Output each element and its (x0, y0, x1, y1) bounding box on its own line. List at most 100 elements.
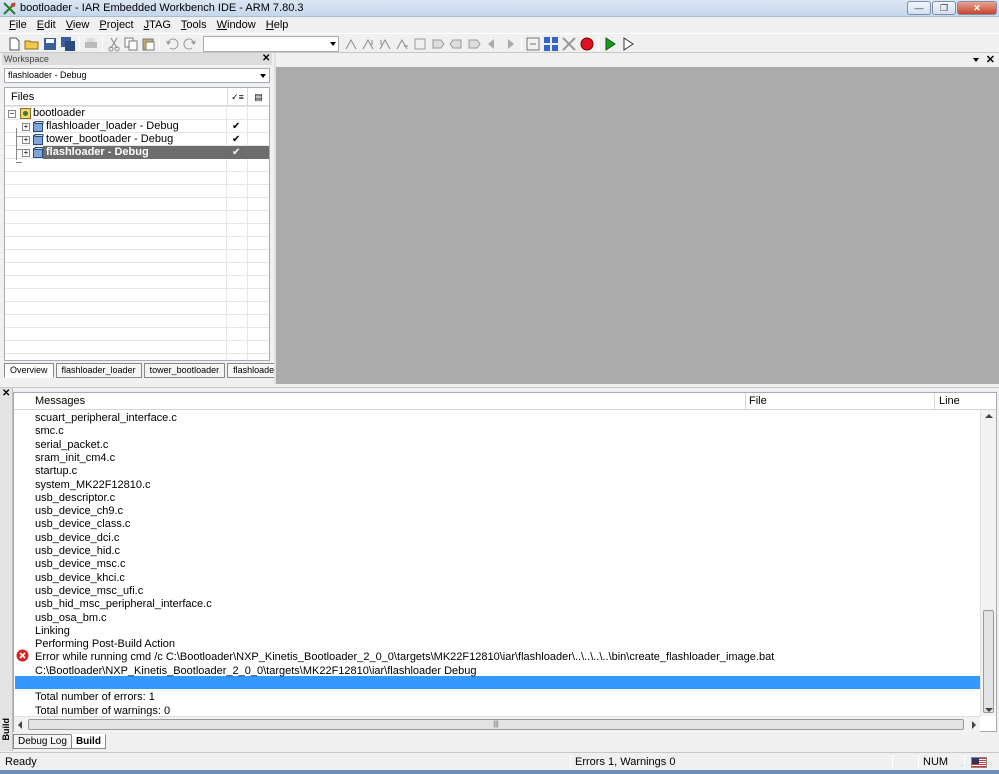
compile-icon[interactable] (525, 36, 541, 52)
redo-icon[interactable] (182, 36, 198, 52)
menu-help[interactable]: Help (261, 17, 294, 33)
find-next-icon[interactable] (360, 36, 376, 52)
close-window-button[interactable]: ✕ (957, 1, 997, 15)
build-message-row[interactable]: usb_descriptor.c (35, 492, 115, 505)
build-message-row[interactable]: usb_device_dci.c (35, 532, 119, 545)
expand-icon[interactable]: + (22, 149, 30, 157)
tab-flashloader-loader[interactable]: flashloader_loader (55, 363, 142, 378)
paste-icon[interactable] (140, 36, 156, 52)
window-list-chevron-icon[interactable] (973, 58, 979, 62)
stop-build-icon[interactable] (561, 36, 577, 52)
build-message-row[interactable]: usb_device_hid.c (35, 545, 120, 558)
build-message-row[interactable]: smc.c (35, 425, 64, 438)
prev-bookmark-icon[interactable] (448, 36, 464, 52)
build-message-row[interactable]: Error while running cmd /c C:\Bootloader… (35, 651, 774, 664)
scrollbar-thumb[interactable]: ||| (28, 719, 964, 730)
debug-no-download-icon[interactable] (620, 36, 636, 52)
make-icon[interactable] (543, 36, 559, 52)
horizontal-splitter[interactable] (0, 384, 999, 388)
build-message-row[interactable]: sram_init_cm4.c (35, 452, 115, 465)
tab-debug-log[interactable]: Debug Log (13, 734, 72, 749)
minimize-button[interactable]: — (907, 1, 931, 15)
build-message-row[interactable]: usb_device_ch9.c (35, 505, 123, 518)
restore-button[interactable]: ❐ (932, 1, 956, 15)
chevron-down-icon[interactable] (330, 42, 336, 46)
tree-item-project[interactable]: + tower_bootloader - Debug ✔ (5, 133, 269, 146)
build-message-row[interactable]: serial_packet.c (35, 439, 108, 452)
build-message-row[interactable]: usb_hid_msc_peripheral_interface.c (35, 598, 212, 611)
scrollbar-thumb[interactable] (983, 610, 994, 713)
download-debug-icon[interactable] (602, 36, 618, 52)
tab-tower-bootloader[interactable]: tower_bootloader (143, 363, 226, 378)
find-combo[interactable] (203, 36, 339, 52)
build-message-row[interactable]: usb_osa_bm.c (35, 612, 107, 625)
menu-tools[interactable]: Tools (176, 17, 212, 33)
open-folder-icon[interactable] (24, 36, 40, 52)
scroll-right-icon[interactable] (972, 721, 976, 729)
find-icon[interactable] (343, 36, 359, 52)
menu-jtag[interactable]: JTAG (139, 17, 176, 33)
language-flag-icon[interactable] (971, 757, 987, 768)
tree-item-project[interactable]: + flashloader_loader - Debug ✔ (5, 120, 269, 133)
collapse-icon[interactable]: − (8, 110, 16, 118)
save-icon[interactable] (42, 36, 58, 52)
file-column-header[interactable]: File (749, 395, 767, 407)
build-message-row[interactable]: system_MK22F12810.c (35, 479, 151, 492)
chevron-down-icon[interactable] (260, 74, 266, 78)
scroll-down-icon[interactable] (985, 708, 993, 712)
options-column-icon[interactable]: ▤ (247, 88, 269, 106)
check-icon: ✔ (232, 121, 241, 132)
print-icon[interactable] (83, 36, 99, 52)
tree-item-project-active[interactable]: + flashloader - Debug ✔ (5, 146, 269, 159)
save-all-icon[interactable] (60, 36, 76, 52)
horizontal-scrollbar[interactable]: ||| (14, 716, 980, 732)
vertical-scrollbar[interactable] (980, 410, 996, 716)
tab-build[interactable]: Build (70, 734, 106, 749)
build-message-row[interactable]: startup.c (35, 465, 77, 478)
tab-overview[interactable]: Overview (4, 363, 54, 378)
configuration-select[interactable]: flashloader - Debug (4, 68, 270, 83)
undo-icon[interactable] (164, 36, 180, 52)
build-message-row[interactable]: Performing Post-Build Action (35, 638, 175, 651)
expand-icon[interactable]: + (22, 136, 30, 144)
build-message-row[interactable]: usb_device_msc.c (35, 558, 126, 571)
menu-label-rest: indow (227, 19, 256, 31)
build-message-row[interactable]: scuart_peripheral_interface.c (35, 412, 177, 425)
new-file-icon[interactable] (6, 36, 22, 52)
scroll-up-icon[interactable] (985, 414, 993, 418)
expand-icon[interactable]: + (22, 123, 30, 131)
editor-close-icon[interactable]: ✕ (986, 53, 995, 66)
cut-icon[interactable] (106, 36, 122, 52)
build-message-row[interactable]: Total number of errors: 1 (35, 691, 155, 704)
tree-item-workspace-root[interactable]: − bootloader (5, 107, 269, 120)
build-message-row[interactable]: C:\Bootloader\NXP_Kinetis_Bootloader_2_0… (35, 665, 477, 678)
navigate-back-icon[interactable] (484, 36, 500, 52)
find-prev-icon[interactable] (377, 36, 393, 52)
next-bookmark-icon[interactable] (466, 36, 482, 52)
build-close-icon[interactable]: ✕ (2, 388, 10, 399)
build-message-row[interactable]: usb_device_class.c (35, 518, 130, 531)
workspace-close-icon[interactable]: ✕ (262, 53, 270, 65)
selected-message-highlight[interactable] (15, 676, 980, 689)
scroll-left-icon[interactable] (18, 721, 22, 729)
replace-icon[interactable] (394, 36, 410, 52)
build-message-row[interactable]: Linking (35, 625, 70, 638)
build-message-row[interactable]: usb_device_msc_ufi.c (35, 585, 143, 598)
menu-edit[interactable]: Edit (32, 17, 61, 33)
build-message-row[interactable]: usb_device_khci.c (35, 572, 125, 585)
status-ready: Ready (5, 756, 37, 768)
copy-icon[interactable] (123, 36, 139, 52)
build-message-row[interactable]: Total number of warnings: 0 (35, 705, 170, 716)
toggle-bookmark-icon[interactable] (430, 36, 446, 52)
menu-project[interactable]: Project (94, 17, 138, 33)
goto-icon[interactable] (412, 36, 428, 52)
menu-view[interactable]: View (61, 17, 95, 33)
menu-file[interactable]: File (4, 17, 32, 33)
breakpoint-icon[interactable] (579, 36, 595, 52)
menu-bar: File Edit View Project JTAG Tools Window Help (0, 17, 999, 33)
build-status-column-icon[interactable]: ✓≡ (227, 88, 247, 106)
line-column-header[interactable]: Line (939, 395, 960, 407)
navigate-forward-icon[interactable] (502, 36, 518, 52)
menu-window[interactable]: Window (212, 17, 261, 33)
messages-column-header[interactable]: Messages (35, 395, 85, 407)
